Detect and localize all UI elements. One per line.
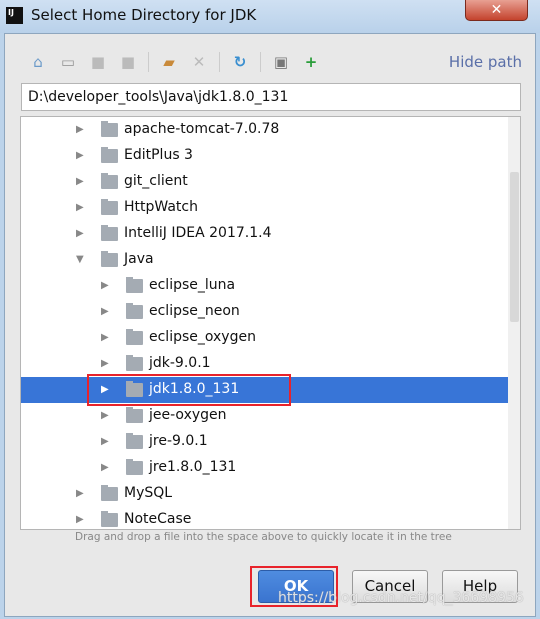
folder-icon (126, 459, 143, 475)
tree-item[interactable]: ▶ jee-oxygen (21, 403, 508, 429)
selection-highlight-box (87, 374, 291, 406)
vertical-scrollbar[interactable] (508, 117, 520, 529)
file-tree[interactable]: ▶ NoteCase ▶ MySQL ▶ jre1.8.0_131 ▶ jre-9.0.1 ▶ j… (20, 116, 521, 530)
watermark: https://blog.csdn.net/qq_36698956 (278, 590, 524, 606)
home-icon[interactable]: ⌂ (28, 53, 48, 71)
folder-icon (101, 199, 118, 215)
tree-item-label: Java (124, 251, 154, 267)
collapsed-arrow-icon[interactable]: ▶ (76, 514, 84, 525)
dialog-title: Select Home Directory for JDK (31, 6, 257, 24)
toolbar: ⌂ ▭ ■ ■ ▰ ✕ ↻ ▣ + (28, 52, 321, 72)
scrollbar-thumb[interactable] (510, 172, 519, 322)
tree-item[interactable]: ▶ git_client (21, 169, 508, 195)
folder-icon (101, 251, 118, 267)
tree-item[interactable]: ▶ eclipse_luna (21, 273, 508, 299)
tree-item-label: jdk-9.0.1 (149, 355, 211, 371)
title-bar: IJ Select Home Directory for JDK ✕ (0, 0, 540, 33)
tree-item[interactable]: ▶ EditPlus 3 (21, 143, 508, 169)
collapsed-arrow-icon[interactable]: ▶ (76, 124, 84, 135)
collapsed-arrow-icon[interactable]: ▶ (76, 228, 84, 239)
divider (148, 52, 149, 72)
tree-item-label: MySQL (124, 485, 173, 501)
folder-icon (126, 433, 143, 449)
hide-path-link[interactable]: Hide path (449, 53, 522, 71)
folder-icon (101, 485, 118, 501)
tree-item-label: apache-tomcat-7.0.78 (124, 121, 280, 137)
tree-item[interactable]: ▶ jre-9.0.1 (21, 429, 508, 455)
collapsed-arrow-icon[interactable]: ▶ (101, 462, 109, 473)
folder-icon (101, 173, 118, 189)
module-icon[interactable]: ■ (118, 53, 138, 71)
collapsed-arrow-icon[interactable]: ▶ (101, 436, 109, 447)
drag-drop-hint: Drag and drop a file into the space abov… (75, 531, 452, 543)
folder-icon (126, 407, 143, 423)
collapsed-arrow-icon[interactable]: ▶ (101, 358, 109, 369)
tree-item-label: eclipse_luna (149, 277, 236, 293)
path-input[interactable]: D:\developer_tools\Java\jdk1.8.0_131 (21, 83, 521, 111)
tree-item[interactable]: ▶ jre1.8.0_131 (21, 455, 508, 481)
tree-item[interactable]: ▶ MySQL (21, 481, 508, 507)
tree-item-label: IntelliJ IDEA 2017.1.4 (124, 225, 272, 241)
add-jdk-icon[interactable]: + (301, 53, 321, 71)
folder-icon (126, 303, 143, 319)
collapsed-arrow-icon[interactable]: ▶ (76, 488, 84, 499)
collapsed-arrow-icon[interactable]: ▶ (101, 280, 109, 291)
tree-item-label: NoteCase (124, 511, 192, 527)
folder-icon (126, 329, 143, 345)
delete-icon[interactable]: ✕ (189, 53, 209, 71)
tree-item[interactable]: ▶ eclipse_oxygen (21, 325, 508, 351)
divider (260, 52, 261, 72)
tree-item[interactable]: ▶ IntelliJ IDEA 2017.1.4 (21, 221, 508, 247)
project-icon[interactable]: ■ (88, 53, 108, 71)
collapsed-arrow-icon[interactable]: ▶ (76, 202, 84, 213)
show-hidden-icon[interactable]: ▣ (271, 53, 291, 71)
tree-item[interactable]: ▶ apache-tomcat-7.0.78 (21, 117, 508, 143)
tree-item-label: jre-9.0.1 (149, 433, 208, 449)
collapsed-arrow-icon[interactable]: ▶ (76, 176, 84, 187)
new-folder-icon[interactable]: ▰ (159, 53, 179, 71)
folder-icon (101, 147, 118, 163)
folder-icon (101, 511, 118, 527)
tree-item-label: EditPlus 3 (124, 147, 193, 163)
close-button[interactable]: ✕ (465, 0, 528, 21)
collapsed-arrow-icon[interactable]: ▶ (76, 150, 84, 161)
tree-item[interactable]: ▶ eclipse_neon (21, 299, 508, 325)
collapsed-arrow-icon[interactable]: ▶ (101, 306, 109, 317)
folder-icon (126, 277, 143, 293)
tree-item-label: eclipse_oxygen (149, 329, 256, 345)
intellij-icon: IJ (6, 7, 23, 24)
refresh-icon[interactable]: ↻ (230, 53, 250, 71)
expanded-arrow-icon[interactable]: ▼ (76, 254, 84, 265)
tree-item-label: HttpWatch (124, 199, 198, 215)
tree-item-label: git_client (124, 173, 188, 189)
tree-item[interactable]: ▼ Java (21, 247, 508, 273)
tree-item[interactable]: ▶ NoteCase (21, 507, 508, 529)
tree-item-label: jee-oxygen (149, 407, 227, 423)
folder-icon (101, 121, 118, 137)
collapsed-arrow-icon[interactable]: ▶ (101, 332, 109, 343)
divider (219, 52, 220, 72)
collapsed-arrow-icon[interactable]: ▶ (101, 410, 109, 421)
tree-item-label: eclipse_neon (149, 303, 240, 319)
desktop-icon[interactable]: ▭ (58, 53, 78, 71)
tree-item[interactable]: ▶ HttpWatch (21, 195, 508, 221)
tree-item-label: jre1.8.0_131 (149, 459, 237, 475)
folder-icon (126, 355, 143, 371)
folder-icon (101, 225, 118, 241)
